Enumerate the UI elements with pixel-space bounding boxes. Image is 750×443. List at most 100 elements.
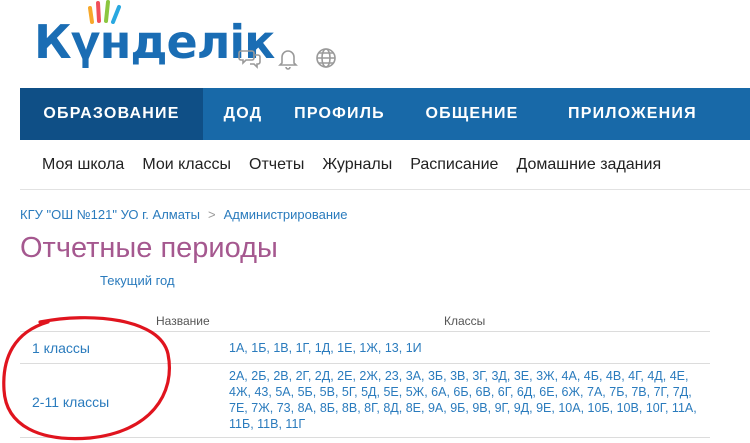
class-link[interactable]: 9Е [536, 401, 551, 415]
class-link[interactable]: 9Д [514, 401, 529, 415]
class-link[interactable]: 3А [406, 369, 421, 383]
main-nav-apps[interactable]: ПРИЛОЖЕНИЯ [548, 88, 750, 140]
class-link[interactable]: 1Е [337, 341, 352, 355]
sub-nav-homework[interactable]: Домашние задания [516, 156, 661, 174]
class-link[interactable]: 1И [406, 341, 422, 355]
sub-nav-reports[interactable]: Отчеты [249, 156, 304, 174]
class-link[interactable]: 3В [450, 369, 465, 383]
class-link[interactable]: 3Б [428, 369, 443, 383]
class-link[interactable]: 10Б [588, 401, 610, 415]
class-link[interactable]: 10В [617, 401, 639, 415]
class-link[interactable]: 2Ж [359, 369, 378, 383]
class-separator: , [664, 401, 672, 415]
class-link[interactable]: 7Ж [251, 401, 270, 415]
class-link[interactable]: 5Е [383, 385, 398, 399]
period-name-link[interactable]: 1 классы [32, 340, 90, 356]
class-link[interactable]: 6Е [539, 385, 554, 399]
class-link[interactable]: 4Г [628, 369, 640, 383]
class-link[interactable]: 4А [562, 369, 577, 383]
main-nav-communication[interactable]: ОБЩЕНИЕ [396, 88, 548, 140]
class-link[interactable]: 23 [385, 369, 399, 383]
chat-icon[interactable] [238, 46, 262, 70]
class-link[interactable]: 1Ж [359, 341, 378, 355]
class-link[interactable]: 3Ж [536, 369, 555, 383]
main-nav-dod[interactable]: ДОД [203, 88, 283, 140]
sub-nav-my-classes[interactable]: Мои классы [142, 156, 231, 174]
class-link[interactable]: 8Б [320, 401, 335, 415]
class-link[interactable]: 8Г [364, 401, 376, 415]
sub-nav-my-school[interactable]: Моя школа [42, 156, 124, 174]
breadcrumb-admin[interactable]: Администрирование [224, 207, 348, 222]
logo-sun-icon [88, 0, 121, 24]
class-link[interactable]: 1Б [251, 341, 266, 355]
class-link[interactable]: 2Е [337, 369, 352, 383]
class-link[interactable]: 5Б [298, 385, 313, 399]
main-nav-education[interactable]: ОБРАЗОВАНИЕ [20, 88, 203, 140]
class-link[interactable]: 11В [257, 417, 278, 431]
class-link[interactable]: 3Е [514, 369, 529, 383]
class-link[interactable]: 7А [587, 385, 602, 399]
class-link[interactable]: 9Г [495, 401, 507, 415]
class-link[interactable]: 2В [273, 369, 288, 383]
class-link[interactable]: 2А [229, 369, 244, 383]
class-link[interactable]: 43 [254, 385, 268, 399]
class-link[interactable]: 1В [273, 341, 288, 355]
class-link[interactable]: 5Г [342, 385, 354, 399]
class-link[interactable]: 5А [275, 385, 290, 399]
class-link[interactable]: 6Г [498, 385, 510, 399]
class-link[interactable]: 6Ж [562, 385, 581, 399]
class-link[interactable]: 1Д [315, 341, 330, 355]
class-link[interactable]: 8Е [406, 401, 421, 415]
class-link[interactable]: 8Д [383, 401, 398, 415]
class-separator: , [269, 401, 277, 415]
class-link[interactable]: 7Г [654, 385, 666, 399]
period-name-link[interactable]: 2-11 классы [32, 394, 109, 410]
class-link[interactable]: 7В [631, 385, 646, 399]
class-link[interactable]: 4Ж [229, 385, 248, 399]
class-link[interactable]: 4Д [647, 369, 662, 383]
sub-nav-schedule[interactable]: Расписание [410, 156, 498, 174]
class-separator: , [506, 369, 514, 383]
class-link[interactable]: 73 [277, 401, 291, 415]
class-link[interactable]: 9А [428, 401, 443, 415]
breadcrumb-school[interactable]: КГУ "ОШ №121" УО г. Алматы [20, 207, 200, 222]
class-link[interactable]: 7Д [673, 385, 688, 399]
class-link[interactable]: 6Б [453, 385, 468, 399]
class-link[interactable]: 6А [431, 385, 446, 399]
class-link[interactable]: 2Б [251, 369, 266, 383]
class-separator: , [580, 401, 588, 415]
class-link[interactable]: 11Г [285, 417, 305, 431]
class-link[interactable]: 10А [558, 401, 580, 415]
class-link[interactable]: 5Д [361, 385, 376, 399]
globe-icon[interactable] [314, 46, 338, 70]
class-separator: , [334, 401, 342, 415]
class-link[interactable]: 6Д [517, 385, 532, 399]
bell-icon[interactable] [276, 46, 300, 70]
class-link[interactable]: 5В [320, 385, 335, 399]
class-link[interactable]: 4Б [584, 369, 599, 383]
class-link[interactable]: 9В [472, 401, 487, 415]
class-link[interactable]: 7Б [609, 385, 624, 399]
class-link[interactable]: 8В [342, 401, 357, 415]
class-link[interactable]: 10Г [646, 401, 665, 415]
class-link[interactable]: 1Г [296, 341, 308, 355]
class-link[interactable]: 11А [672, 401, 693, 415]
class-link[interactable]: 5Ж [406, 385, 425, 399]
class-link[interactable]: 1А [229, 341, 244, 355]
class-link[interactable]: 2Г [296, 369, 308, 383]
class-link[interactable]: 2Д [315, 369, 330, 383]
class-link[interactable]: 7Е [229, 401, 244, 415]
class-link[interactable]: 13 [385, 341, 399, 355]
class-separator: , [598, 369, 606, 383]
current-year-link[interactable]: Текущий год [100, 273, 175, 288]
class-link[interactable]: 3Д [491, 369, 506, 383]
main-nav-profile[interactable]: ПРОФИЛЬ [283, 88, 396, 140]
class-link[interactable]: 4В [606, 369, 621, 383]
class-link[interactable]: 11Б [229, 417, 250, 431]
class-link[interactable]: 4Е [670, 369, 685, 383]
class-link[interactable]: 3Г [472, 369, 484, 383]
sub-nav-journals[interactable]: Журналы [322, 156, 392, 174]
class-link[interactable]: 6В [476, 385, 491, 399]
class-link[interactable]: 8А [298, 401, 313, 415]
class-link[interactable]: 9Б [450, 401, 465, 415]
